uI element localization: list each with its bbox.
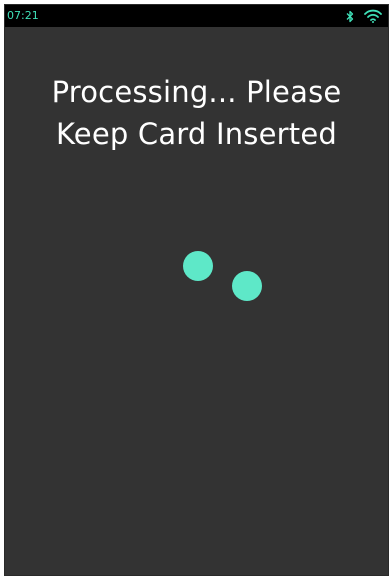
loading-spinner	[5, 5, 388, 575]
payment-terminal-screen: 07:21 Processing... Please Keep Card Ins…	[4, 4, 389, 576]
loading-dot	[232, 271, 262, 301]
loading-dot	[183, 251, 213, 281]
